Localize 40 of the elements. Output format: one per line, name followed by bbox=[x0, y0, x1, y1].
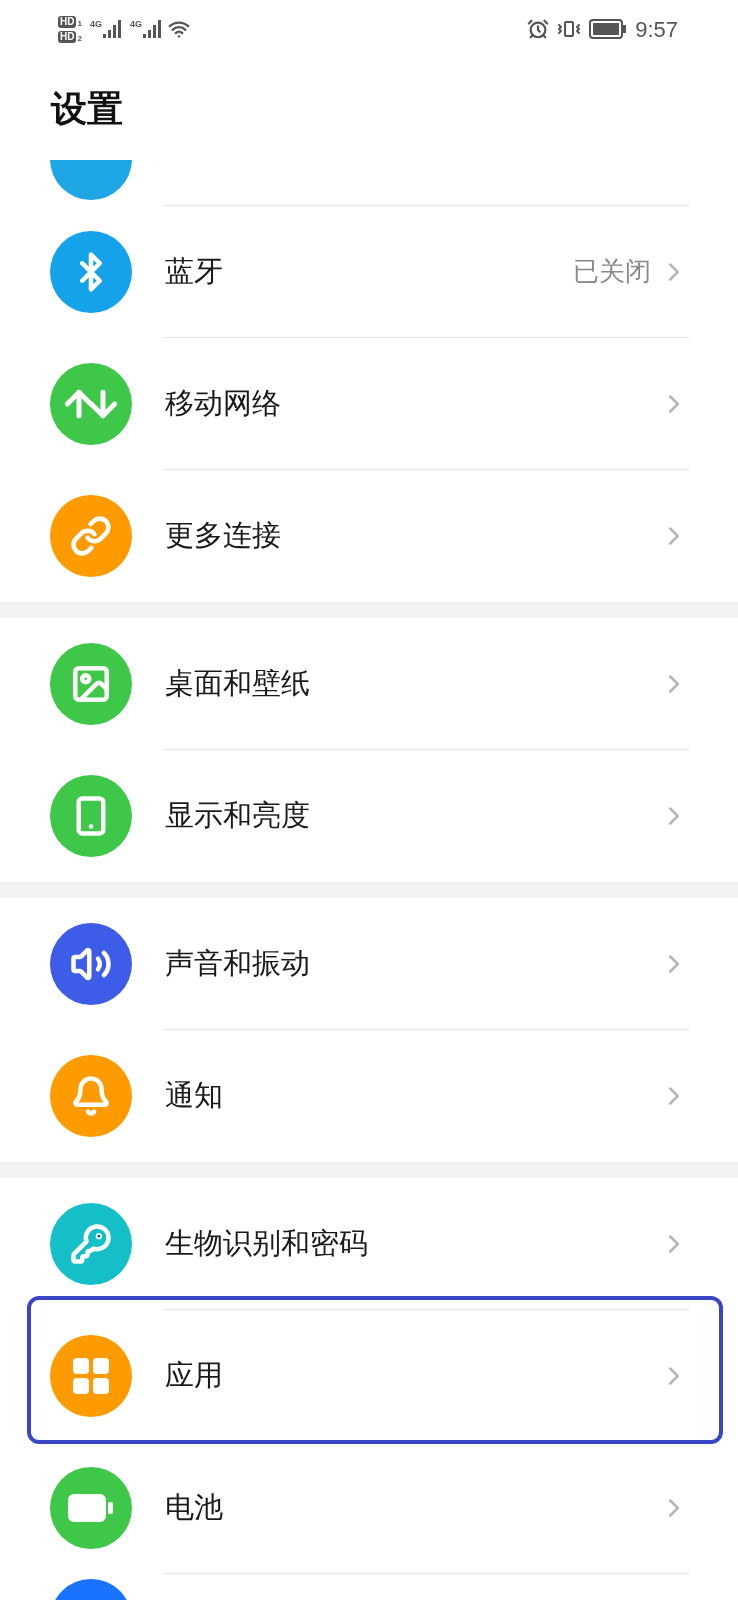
battery-icon bbox=[589, 19, 628, 39]
alarm-icon bbox=[527, 18, 550, 40]
page-title: 设置 bbox=[51, 87, 123, 131]
row-label: 应用 bbox=[165, 1357, 224, 1393]
settings-row[interactable]: 电池 bbox=[0, 1442, 738, 1574]
settings-row[interactable]: 应用 bbox=[0, 1310, 738, 1442]
row-label: 更多连接 bbox=[165, 518, 282, 554]
link-icon bbox=[70, 515, 112, 557]
network-type: 4G bbox=[89, 19, 102, 29]
settings-row[interactable]: 显示和亮度 bbox=[0, 750, 738, 882]
row-label: 蓝牙 bbox=[165, 253, 224, 289]
network-type: 4G bbox=[129, 19, 142, 29]
key-icon bbox=[70, 1223, 112, 1265]
hd-badge: HD bbox=[58, 15, 77, 28]
hd-badge: HD bbox=[58, 30, 77, 43]
row-label: 移动网络 bbox=[165, 385, 282, 421]
battery-icon bbox=[68, 1494, 114, 1522]
sim-slot: 1 bbox=[77, 18, 82, 28]
row-label: 通知 bbox=[165, 1078, 224, 1114]
wifi-icon bbox=[167, 18, 190, 40]
row-label: 电池 bbox=[165, 1489, 224, 1525]
clock-time: 9:57 bbox=[635, 15, 678, 44]
signal-icon bbox=[101, 19, 122, 39]
row-label: 声音和振动 bbox=[165, 945, 311, 981]
signal-icon bbox=[141, 19, 162, 39]
row-label: 生物识别和密码 bbox=[165, 1225, 369, 1261]
row-label: 桌面和壁纸 bbox=[165, 665, 311, 701]
settings-row[interactable]: 蓝牙 已关闭 bbox=[0, 206, 738, 338]
settings-row[interactable]: 声音和振动 bbox=[0, 898, 738, 1030]
settings-row[interactable]: 通知 bbox=[0, 1030, 738, 1162]
sim-slot: 2 bbox=[77, 33, 82, 43]
settings-row[interactable]: 桌面和壁纸 bbox=[0, 618, 738, 750]
bell-icon bbox=[70, 1075, 112, 1117]
settings-row[interactable]: 生物识别和密码 bbox=[0, 1178, 738, 1310]
image-icon bbox=[70, 663, 112, 705]
row-value: 已关闭 bbox=[573, 255, 651, 288]
settings-row[interactable]: 移动网络 bbox=[0, 338, 738, 470]
grid-icon bbox=[71, 1356, 111, 1396]
row-label: 显示和亮度 bbox=[165, 798, 311, 834]
settings-row[interactable]: 更多连接 bbox=[0, 470, 738, 602]
